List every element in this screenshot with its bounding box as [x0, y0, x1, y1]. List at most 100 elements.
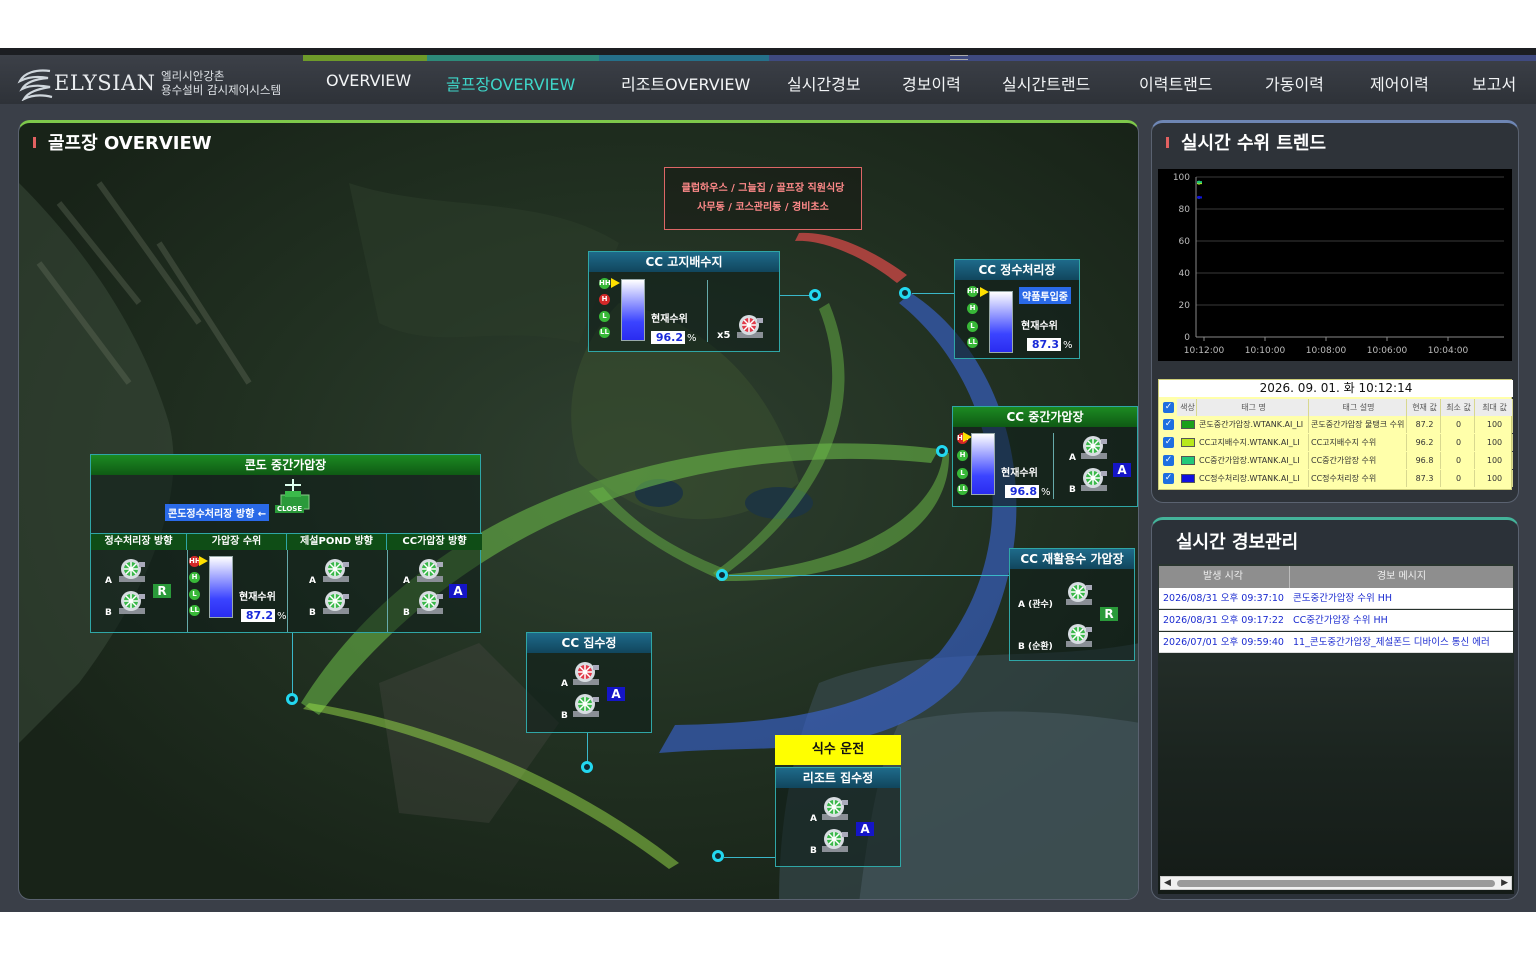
- pump-b-icon[interactable]: [820, 826, 850, 854]
- alarm-row[interactable]: 2026/08/31 오후 09:37:10 콘도중간가압장 수위 HH: [1159, 588, 1513, 609]
- alarm-time: 2026/08/31 오후 09:37:10: [1163, 593, 1284, 604]
- alarm-horizontal-scrollbar[interactable]: ◀ ▶: [1160, 876, 1512, 890]
- row-checkbox[interactable]: ✓: [1163, 419, 1174, 430]
- row-checkbox[interactable]: ✓: [1163, 437, 1174, 448]
- cc-direction-pump-a-icon[interactable]: [415, 556, 445, 584]
- cc-high-reservoir[interactable]: CC 고지배수지 HH H L LL 현재수위 96.2% x5: [588, 251, 780, 352]
- nav-realtime-trend[interactable]: 실시간트랜드: [1002, 71, 1090, 95]
- level-readout: 96.8%: [1005, 485, 1051, 498]
- row-checkbox[interactable]: ✓: [1163, 473, 1174, 484]
- nav-history-trend[interactable]: 이력트랜드: [1139, 71, 1213, 95]
- scroll-thumb[interactable]: [1177, 880, 1495, 887]
- drinking-water-mode: 식수 운전: [775, 735, 901, 765]
- level-label: 현재수위: [1001, 468, 1038, 479]
- pump-b-label: B: [403, 608, 410, 618]
- pump-icon[interactable]: [735, 312, 765, 340]
- section-level: 가압장 수위: [187, 534, 287, 550]
- tag-desc-cell: 콘도중간가압장 물탱크 수위: [1309, 416, 1407, 433]
- y-tick-label: 80: [1179, 205, 1191, 215]
- col-tag-desc: 태그 설명: [1309, 399, 1407, 416]
- alarm-message: 콘도중간가압장 수위 HH: [1293, 593, 1392, 604]
- valve-status: CLOSE: [275, 505, 305, 513]
- treatment-pump-b-icon[interactable]: [117, 588, 147, 616]
- tag-name-cell: CC정수처리장.WTANK.AI_LI: [1197, 470, 1309, 487]
- current-value-cell: 96.8: [1407, 452, 1441, 469]
- junction-node[interactable]: [936, 445, 948, 457]
- nav-overview[interactable]: OVERVIEW: [326, 71, 411, 90]
- junction-node[interactable]: [712, 850, 724, 862]
- alarm-row[interactable]: 2026/08/31 오후 09:17:22 CC중간가압장 수위 HH: [1159, 610, 1513, 631]
- trend-table-row[interactable]: ✓ CC정수처리장.WTANK.AI_LI CC정수처리장 수위 87.3 0 100: [1159, 470, 1513, 487]
- nav-operation-history[interactable]: 가동이력: [1265, 71, 1324, 95]
- app-window: ELYSIAN 엘리시안강촌 용수설비 감시제어시스템 OVERVIEW 골프장…: [0, 48, 1536, 912]
- pump-b-label: B: [561, 711, 568, 721]
- trend-table-row[interactable]: ✓ CC고지배수지.WTANK.AI_LI CC고지배수지 수위 96.2 0 100: [1159, 434, 1513, 451]
- trend-table-row[interactable]: ✓ CC중간가압장.WTANK.AI_LI CC중간가압장 수위 96.8 0 100: [1159, 452, 1513, 469]
- alarm-table-header: 발생 시각 경보 메시지: [1159, 566, 1513, 588]
- resort-intake-well[interactable]: 리조트 집수정 A A B: [775, 767, 901, 867]
- col-message: 경보 메시지: [1289, 566, 1513, 588]
- pump-a-icon[interactable]: [1079, 433, 1109, 461]
- nav-alarm-history[interactable]: 경보이력: [902, 71, 961, 95]
- nav-realtime-alarm[interactable]: 실시간경보: [787, 71, 861, 95]
- col-max: 최대 값: [1475, 399, 1513, 416]
- scroll-right-icon[interactable]: ▶: [1501, 877, 1508, 890]
- y-tick-label: 40: [1179, 269, 1191, 279]
- pump-a-icon[interactable]: [571, 659, 601, 687]
- nav-control-history[interactable]: 제어이력: [1370, 71, 1429, 95]
- cc-intake-well[interactable]: CC 집수정 A A B: [526, 632, 652, 733]
- condo-tank: [209, 556, 233, 618]
- scroll-left-icon[interactable]: ◀: [1164, 877, 1171, 890]
- l-indicator: L: [957, 468, 968, 479]
- max-value-cell: 100: [1475, 470, 1513, 487]
- junction-node[interactable]: [286, 693, 298, 705]
- pump-b-icon[interactable]: [571, 691, 601, 719]
- pump-a-icon[interactable]: [820, 794, 850, 822]
- color-swatch: [1181, 438, 1195, 447]
- current-value-cell: 96.2: [1407, 434, 1441, 451]
- treatment-pump-a-icon[interactable]: [117, 556, 147, 584]
- pump-b-icon[interactable]: [1064, 621, 1094, 649]
- facilities-note: 클럽하우스 / 그늘집 / 골프장 직원식당 사무동 / 코스관리동 / 경비초…: [664, 167, 862, 230]
- nav-report[interactable]: 보고서: [1472, 71, 1516, 95]
- pump-b-icon[interactable]: [1079, 465, 1109, 493]
- trend-table-row[interactable]: ✓ 콘도중간가압장.WTANK.AI_LI 콘도중간가압장 물탱크 수위 87.2 0 1…: [1159, 416, 1513, 433]
- nav-golf-overview[interactable]: 골프장OVERVIEW: [446, 71, 575, 95]
- max-value-cell: 100: [1475, 434, 1513, 451]
- snow-pond-pump-a-icon[interactable]: [321, 556, 351, 584]
- h-indicator: H: [189, 572, 200, 583]
- snow-pond-pump-b-icon[interactable]: [321, 588, 351, 616]
- junction-node[interactable]: [899, 287, 911, 299]
- brand-name: ELYSIAN: [54, 71, 156, 95]
- ll-indicator: LL: [189, 605, 200, 616]
- y-tick-label: 20: [1179, 301, 1191, 311]
- tag-name-cell: CC중간가압장.WTANK.AI_LI: [1197, 452, 1309, 469]
- alarm-row[interactable]: 2026/07/01 오후 09:59:40 11_콘도중간가압장_제설폰드 디바…: [1159, 632, 1513, 653]
- min-value-cell: 0: [1441, 434, 1475, 451]
- pump-a-label: A: [309, 576, 316, 586]
- pump-a-icon[interactable]: [1064, 579, 1094, 607]
- condo-mid-pressure-station[interactable]: 콘도 중간가압장 CLOSE 콘도정수처리장 방향 ← 정수처리장 방향 가압장…: [90, 454, 482, 633]
- junction-node[interactable]: [809, 289, 821, 301]
- pump-b-label: B: [309, 608, 316, 618]
- ll-indicator: LL: [957, 484, 968, 495]
- junction-node[interactable]: [581, 761, 593, 773]
- cc-direction-pump-b-icon[interactable]: [415, 588, 445, 616]
- cc-recycled-water-station[interactable]: CC 재활용수 가압장 A (관수) R B (순환): [1009, 548, 1135, 661]
- cc-mid-pressure-station[interactable]: CC 중간가압장 HH H L LL 현재수위 96.8% A A B: [952, 406, 1138, 507]
- row-checkbox[interactable]: ✓: [1163, 455, 1174, 466]
- select-all-checkbox[interactable]: ✓: [1163, 402, 1174, 413]
- junction-node[interactable]: [716, 569, 728, 581]
- cc-water-treatment[interactable]: CC 정수처리장 HH H L LL 약품투입중 현재수위 87.3%: [954, 259, 1080, 359]
- drag-grip[interactable]: [950, 55, 968, 60]
- cc-water-treatment-title: CC 정수처리장: [955, 260, 1079, 280]
- trend-chart[interactable]: 100 80 60 40 20 0 10:12:00 10:10:00 10:08:00 10:0…: [1158, 169, 1512, 361]
- trend-title: 실시간 수위 트렌드: [1166, 129, 1326, 155]
- color-swatch: [1181, 420, 1195, 429]
- h-indicator: H: [599, 294, 610, 305]
- nav-resort-overview[interactable]: 리조트OVERVIEW: [621, 71, 750, 95]
- x-tick-label: 10:04:00: [1428, 346, 1469, 356]
- condo-station-title: 콘도 중간가압장: [91, 455, 480, 475]
- pipe: [724, 857, 775, 858]
- tag-desc-cell: CC중간가압장 수위: [1309, 452, 1407, 469]
